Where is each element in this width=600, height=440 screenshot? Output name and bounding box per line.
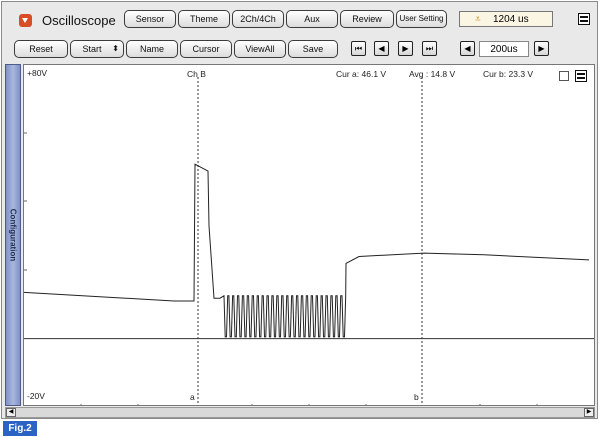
first-frame-icon[interactable]: ⏮ bbox=[351, 41, 366, 56]
plot-menu-icon[interactable] bbox=[575, 70, 587, 82]
next-frame-icon[interactable]: ▶ bbox=[398, 41, 413, 56]
last-frame-icon[interactable]: ⏭ bbox=[422, 41, 437, 56]
prev-frame-icon[interactable]: ◀ bbox=[374, 41, 389, 56]
scroll-right-icon[interactable]: ▶ bbox=[584, 408, 594, 417]
sensor-button[interactable]: Sensor bbox=[124, 10, 176, 28]
readout-checkbox[interactable] bbox=[559, 71, 569, 81]
timebase-value: 200us bbox=[479, 41, 529, 57]
configuration-panel-tab[interactable]: Configuration bbox=[5, 64, 21, 406]
name-button[interactable]: Name bbox=[126, 40, 178, 58]
viewall-button[interactable]: ViewAll bbox=[234, 40, 286, 58]
reset-button[interactable]: Reset bbox=[14, 40, 68, 58]
timebase-decrease-icon[interactable]: ◀ bbox=[460, 41, 475, 56]
channel-b-trace bbox=[24, 163, 590, 338]
review-button[interactable]: Review bbox=[340, 10, 394, 28]
grid bbox=[24, 132, 538, 405]
cursor-b-marker[interactable]: b bbox=[414, 392, 419, 402]
time-readout: ⩡ 1204 us bbox=[459, 11, 553, 27]
time-icon: ⩡ bbox=[475, 14, 481, 25]
spinner-icon: ⬍ bbox=[112, 44, 119, 53]
menu-icon[interactable] bbox=[578, 13, 590, 25]
save-button[interactable]: Save bbox=[288, 40, 338, 58]
cursor-button[interactable]: Cursor bbox=[180, 40, 232, 58]
cursor-b-readout: Cur b: 23.3 V bbox=[483, 69, 534, 79]
time-readout-value: 1204 us bbox=[493, 14, 529, 25]
waveform-plot[interactable]: +80V -20V Ch B Cur a: 46.1 V Avg : 14.8 … bbox=[23, 64, 595, 406]
average-readout: Avg : 14.8 V bbox=[409, 69, 456, 79]
y-max-label: +80V bbox=[27, 68, 48, 78]
channels-button[interactable]: 2Ch/4Ch bbox=[232, 10, 284, 28]
start-button[interactable]: Start ⬍ bbox=[70, 40, 124, 58]
channel-label: Ch B bbox=[187, 69, 206, 79]
app-title: Oscilloscope bbox=[42, 13, 116, 28]
scroll-left-icon[interactable]: ◀ bbox=[6, 408, 16, 417]
cursor-a-readout: Cur a: 46.1 V bbox=[336, 69, 387, 79]
waveform-canvas bbox=[24, 77, 594, 405]
user-setting-button[interactable]: User Setting bbox=[396, 10, 447, 28]
aux-button[interactable]: Aux bbox=[286, 10, 338, 28]
figure-label: Fig.2 bbox=[3, 421, 37, 436]
y-min-label: -20V bbox=[27, 391, 45, 401]
horizontal-scrollbar[interactable]: ◀ ▶ bbox=[5, 407, 595, 418]
cursor-a-marker[interactable]: a bbox=[190, 392, 195, 402]
theme-button[interactable]: Theme bbox=[178, 10, 230, 28]
app-logo-icon[interactable] bbox=[19, 14, 32, 27]
timebase-increase-icon[interactable]: ▶ bbox=[534, 41, 549, 56]
oscilloscope-window: Oscilloscope Sensor Theme 2Ch/4Ch Aux Re… bbox=[1, 1, 598, 419]
configuration-label: Configuration bbox=[8, 208, 18, 262]
start-label: Start bbox=[82, 44, 102, 54]
